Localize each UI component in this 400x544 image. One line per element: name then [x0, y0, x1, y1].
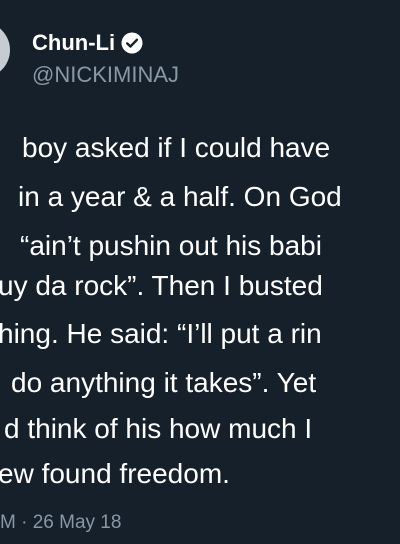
author-handle[interactable]: @NICKIMINAJ: [32, 62, 179, 88]
tweet-text-line: boy asked if I could have: [22, 132, 331, 163]
tweet-text-line: d think of his how much I: [4, 413, 313, 444]
tweet-timestamp[interactable]: M · 26 May 18: [0, 511, 121, 535]
avatar[interactable]: [0, 22, 10, 78]
tweet-text-line: in a year & a half. On God: [18, 181, 342, 212]
tweet-card: Chun-Li @NICKIMINAJ boy asked if I could…: [0, 0, 400, 544]
tweet-text-line: “ain’t pushin out his babi: [20, 230, 322, 261]
verified-badge-icon: [121, 32, 143, 54]
tweet-text-line: do anything it takes”. Yet: [11, 367, 317, 398]
tweet-text-line: hing. He said: “I’ll put a rin: [0, 318, 322, 349]
tweet-text-line: uy da rock”. Then I busted: [0, 270, 323, 301]
author-display-name[interactable]: Chun-Li: [32, 30, 115, 56]
tweet-text-line: ew found freedom.: [0, 458, 230, 489]
author-name-row: Chun-Li: [32, 30, 143, 56]
